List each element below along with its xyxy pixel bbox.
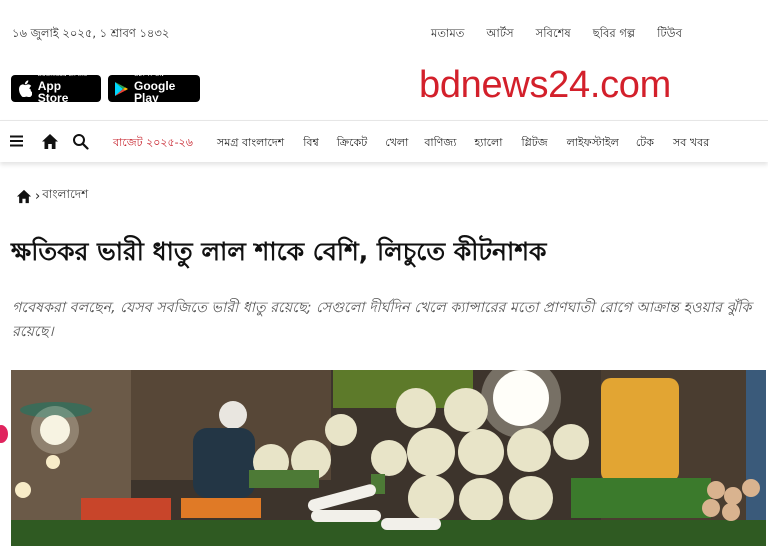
search-icon[interactable]: [72, 133, 90, 151]
nav-item-budget[interactable]: বাজেট ২০২৫-২৬: [113, 134, 193, 153]
top-link-tube[interactable]: টিউব: [657, 25, 682, 44]
home-icon[interactable]: [41, 133, 59, 151]
nav-item-cricket[interactable]: ক্রিকেট: [337, 134, 367, 153]
article-hero-image: [11, 370, 766, 546]
side-scroll-indicator[interactable]: [0, 425, 8, 443]
breadcrumb-home-icon[interactable]: [16, 189, 32, 204]
google-play-icon: [114, 80, 129, 98]
main-nav: বাজেট ২০২৫-২৬ সমগ্র বাংলাদেশ বিশ্ব ক্রিক…: [0, 120, 768, 162]
article-headline: ক্ষতিকর ভারী ধাতু লাল শাকে বেশি, লিচুতে …: [11, 237, 547, 266]
nav-item-world[interactable]: বিশ্ব: [303, 134, 319, 153]
app-store-small-text: Download on the: [37, 72, 88, 79]
menu-icon[interactable]: [9, 133, 27, 151]
apple-icon: [17, 80, 33, 98]
breadcrumb: › বাংলাদেশ: [16, 186, 88, 206]
nav-item-all-bangladesh[interactable]: সমগ্র বাংলাদেশ: [217, 134, 284, 153]
top-link-arts[interactable]: আর্টস: [486, 25, 513, 44]
app-store-label: App Store: [37, 78, 69, 105]
breadcrumb-section[interactable]: বাংলাদেশ: [42, 186, 88, 206]
nav-item-business[interactable]: বাণিজ্য: [424, 134, 456, 153]
google-play-badge[interactable]: GET IT ON Google Play: [108, 72, 200, 105]
nav-item-hello[interactable]: হ্যালো: [474, 134, 502, 153]
top-link-photo-story[interactable]: ছবির গল্প: [593, 25, 635, 44]
nav-item-glitz[interactable]: গ্লিটজ: [521, 134, 547, 153]
nav-item-lifestyle[interactable]: লাইফস্টাইল: [567, 134, 619, 153]
article-summary: গবেষকরা বলছেন, যেসব সবজিতে ভারী ধাতু রয়…: [12, 300, 752, 340]
header-date: ১৬ জুলাই ২০২৫, ১ শ্রাবণ ১৪৩২: [12, 26, 170, 40]
google-play-label: Google Play: [134, 78, 176, 105]
top-links: মতামত আর্টস সবিশেষ ছবির গল্প টিউব: [431, 25, 704, 44]
nav-item-tech[interactable]: টেক: [636, 134, 654, 153]
nav-item-sports[interactable]: খেলা: [385, 134, 408, 153]
chevron-right-icon: ›: [35, 188, 41, 204]
nav-item-all-news[interactable]: সব খবর: [673, 134, 709, 153]
site-logo[interactable]: bdnews24.com: [419, 64, 671, 107]
nav-items: বাজেট ২০২৫-২৬ সমগ্র বাংলাদেশ বিশ্ব ক্রিক…: [113, 134, 709, 153]
top-link-special[interactable]: সবিশেষ: [536, 25, 571, 44]
google-play-small-text: GET IT ON: [134, 72, 164, 79]
top-link-opinion[interactable]: মতামত: [431, 25, 464, 44]
app-store-badge[interactable]: Download on the App Store: [11, 72, 101, 105]
